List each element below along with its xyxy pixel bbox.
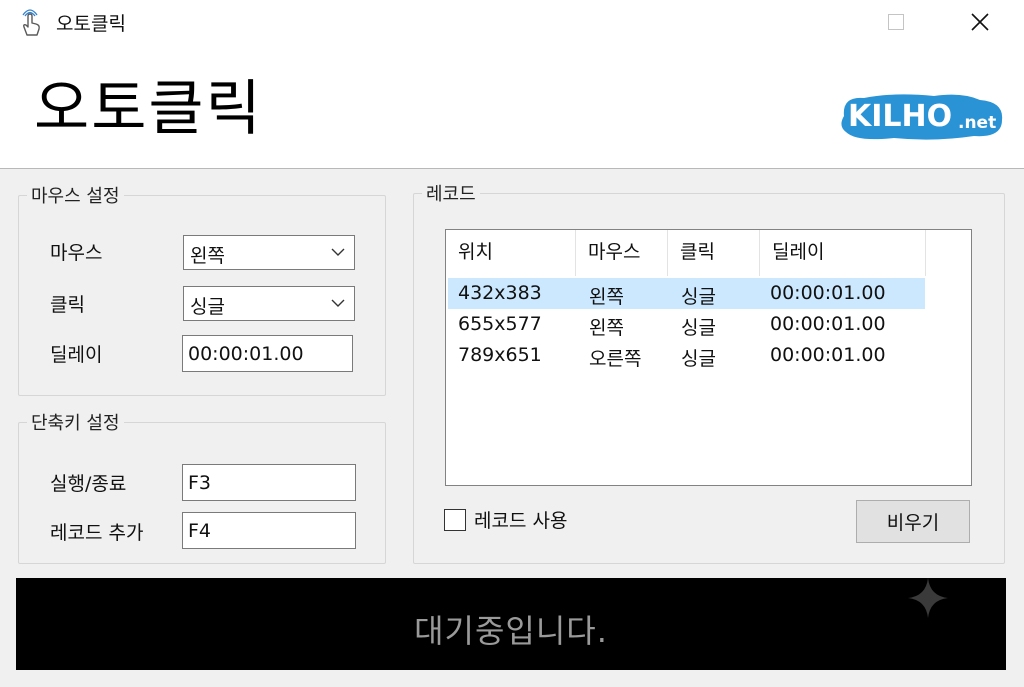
app-header: 오토클릭 KILHO .net bbox=[0, 44, 1024, 169]
record-position: 655x577 bbox=[458, 313, 542, 335]
minimize-button[interactable] bbox=[782, 0, 828, 44]
hotkey-settings-legend: 단축키 설정 bbox=[31, 413, 120, 434]
use-record-checkbox[interactable] bbox=[444, 509, 466, 531]
record-list[interactable]: 위치 마우스 클릭 딜레이 432x383 왼쪽 싱글 00:00:01.00 … bbox=[445, 229, 972, 486]
record-row[interactable]: 655x577 왼쪽 싱글 00:00:01.00 bbox=[448, 309, 925, 340]
clear-button[interactable]: 비우기 bbox=[856, 500, 970, 543]
column-header-position[interactable]: 위치 bbox=[446, 230, 576, 276]
record-row[interactable]: 432x383 왼쪽 싱글 00:00:01.00 bbox=[448, 278, 925, 309]
record-position: 432x383 bbox=[458, 282, 542, 304]
window-title: 오토클릭 bbox=[56, 13, 126, 35]
mouse-button-select[interactable]: 왼쪽 bbox=[183, 235, 355, 270]
record-mouse: 왼쪽 bbox=[589, 286, 624, 308]
record-click: 싱글 bbox=[681, 348, 716, 370]
title-bar: 오토클릭 bbox=[0, 0, 1024, 44]
record-click: 싱글 bbox=[681, 286, 716, 308]
chevron-down-icon bbox=[331, 299, 345, 307]
click-label: 클릭 bbox=[50, 294, 85, 316]
record-position: 789x651 bbox=[458, 344, 542, 366]
delay-label: 딜레이 bbox=[50, 344, 103, 366]
click-type-value: 싱글 bbox=[190, 296, 225, 318]
svg-text:KILHO: KILHO bbox=[848, 99, 952, 134]
mouse-button-value: 왼쪽 bbox=[190, 245, 225, 267]
close-icon bbox=[971, 13, 989, 31]
add-record-hotkey-input[interactable] bbox=[182, 512, 356, 549]
record-row[interactable]: 789x651 오른쪽 싱글 00:00:01.00 bbox=[448, 340, 925, 371]
status-bar: 대기중입니다. bbox=[16, 578, 1006, 670]
record-delay: 00:00:01.00 bbox=[770, 344, 886, 366]
maximize-icon bbox=[888, 14, 904, 30]
hand-pointer-icon bbox=[22, 9, 40, 36]
use-record-label[interactable]: 레코드 사용 bbox=[474, 506, 567, 533]
record-list-header: 위치 마우스 클릭 딜레이 bbox=[446, 230, 926, 276]
mouse-label: 마우스 bbox=[50, 242, 103, 264]
delay-input[interactable] bbox=[182, 335, 353, 372]
maximize-button[interactable] bbox=[873, 0, 919, 44]
record-mouse: 오른쪽 bbox=[589, 348, 642, 370]
column-header-mouse[interactable]: 마우스 bbox=[576, 230, 668, 276]
record-legend: 레코드 bbox=[426, 184, 476, 205]
mouse-settings-legend: 마우스 설정 bbox=[31, 186, 120, 207]
record-delay: 00:00:01.00 bbox=[770, 313, 886, 335]
run-stop-hotkey-input[interactable] bbox=[182, 464, 356, 501]
add-record-label: 레코드 추가 bbox=[50, 522, 144, 544]
column-header-delay[interactable]: 딜레이 bbox=[760, 230, 926, 276]
column-header-click[interactable]: 클릭 bbox=[668, 230, 760, 276]
header-title: 오토클릭 bbox=[34, 74, 263, 144]
sparkle-icon bbox=[908, 578, 948, 618]
run-stop-label: 실행/종료 bbox=[50, 473, 127, 495]
close-button[interactable] bbox=[957, 0, 1003, 44]
record-mouse: 왼쪽 bbox=[589, 317, 624, 339]
record-click: 싱글 bbox=[681, 317, 716, 339]
status-text: 대기중입니다. bbox=[414, 612, 608, 650]
svg-text:.net: .net bbox=[958, 113, 996, 133]
record-delay: 00:00:01.00 bbox=[770, 282, 886, 304]
click-type-select[interactable]: 싱글 bbox=[183, 286, 355, 321]
chevron-down-icon bbox=[331, 248, 345, 256]
kilho-logo: KILHO .net bbox=[841, 94, 1003, 140]
